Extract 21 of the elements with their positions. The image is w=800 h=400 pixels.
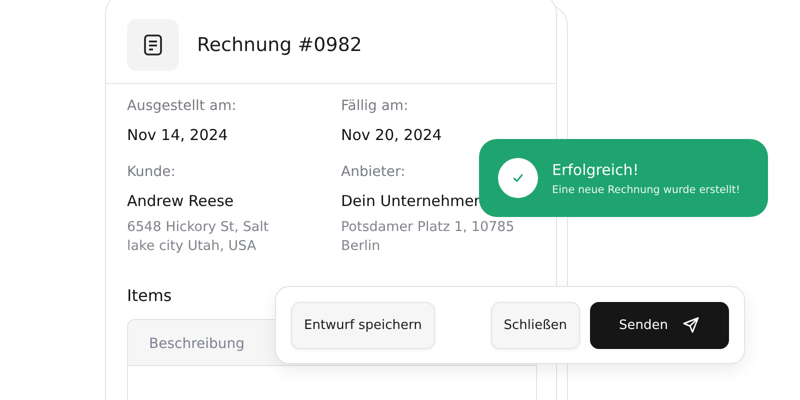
send-button[interactable]: Senden (590, 302, 729, 348)
document-icon (127, 19, 179, 71)
field-value: Andrew Reese (127, 192, 235, 210)
address-text: 6548 Hickory St, Salt lake city Utah, USA (127, 218, 270, 256)
toast-message: Eine neue Rechnung wurde erstellt! (552, 184, 740, 196)
field-value: Dein Unternehmen (341, 192, 484, 210)
field-label: Fällig am: (341, 98, 410, 114)
action-button[interactable]: Schließen (490, 302, 580, 348)
field-label: Ausgestellt am: (127, 98, 238, 114)
field-value: Nov 14, 2024 (127, 126, 229, 144)
items-heading: Items (127, 286, 173, 305)
send-icon (682, 316, 700, 334)
check-icon (498, 158, 538, 198)
field-value: Nov 20, 2024 (341, 126, 443, 144)
field-label: Anbieter: (341, 164, 406, 180)
toast-title: Erfolgreich! (552, 160, 640, 178)
invoice-title: Rechnung #0982 (197, 34, 362, 56)
address-text: Potsdamer Platz 1, 10785 Berlin (341, 218, 516, 256)
field-label: Kunde: (127, 164, 176, 180)
column-header: Beschreibung (149, 336, 245, 352)
action-button[interactable]: Entwurf speichern (291, 302, 435, 348)
